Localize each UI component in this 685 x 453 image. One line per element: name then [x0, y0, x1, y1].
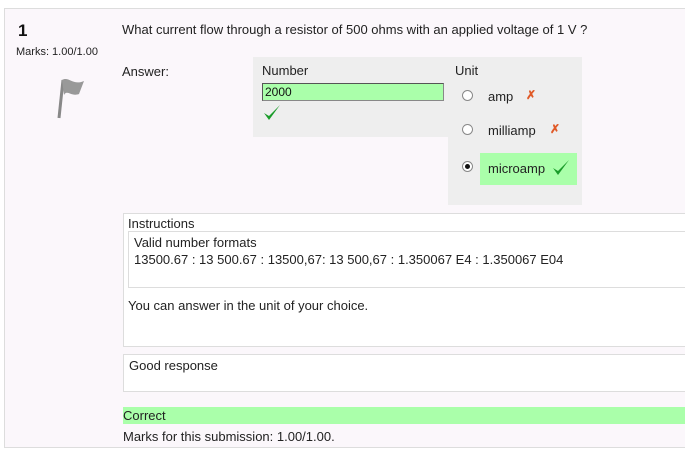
- instructions-box: Instructions Valid number formats 13500.…: [123, 213, 685, 347]
- unit-panel: Unit amp ✗ milliamp ✗ microamp: [448, 57, 582, 205]
- flag-icon[interactable]: [51, 72, 87, 120]
- unit-option-amp: amp ✗: [448, 85, 582, 115]
- correct-status-bar: Correct: [123, 407, 685, 424]
- submission-marks: Marks for this submission: 1.00/1.00.: [123, 429, 335, 444]
- unit-option-microamp: microamp: [448, 153, 582, 185]
- question-number: 1: [18, 21, 28, 40]
- unit-radio-microamp[interactable]: [462, 161, 473, 172]
- number-input[interactable]: [262, 83, 444, 101]
- formats-list: 13500.67 : 13 500.67 : 13500,67: 13 500,…: [134, 252, 564, 267]
- question-marks: Marks: 1.00/1.00: [16, 46, 98, 58]
- instructions-note: You can answer in the unit of your choic…: [128, 298, 369, 313]
- unit-radio-milliamp[interactable]: [462, 124, 473, 135]
- formats-title: Valid number formats: [134, 235, 257, 250]
- correct-status-text: Correct: [123, 408, 166, 423]
- question-container: 1 Marks: 1.00/1.00 What current flow thr…: [4, 8, 685, 448]
- incorrect-cross-icon: ✗: [550, 122, 561, 136]
- unit-option-label: amp: [488, 89, 514, 104]
- correct-check-icon: [263, 104, 281, 122]
- answer-label: Answer:: [122, 64, 169, 79]
- unit-option-label: microamp: [488, 161, 546, 176]
- instructions-title: Instructions: [128, 216, 195, 231]
- unit-radio-amp[interactable]: [462, 90, 473, 101]
- incorrect-cross-icon: ✗: [526, 88, 537, 102]
- correct-check-icon: [552, 159, 570, 177]
- unit-option-milliamp: milliamp ✗: [448, 119, 582, 149]
- question-text: What current flow through a resistor of …: [122, 22, 588, 37]
- number-panel: Number: [253, 57, 453, 137]
- number-label: Number: [262, 63, 309, 78]
- formats-box: Valid number formats 13500.67 : 13 500.6…: [128, 231, 685, 288]
- unit-label: Unit: [455, 63, 479, 78]
- feedback-text: Good response: [129, 358, 218, 373]
- feedback-box: Good response: [123, 354, 685, 392]
- unit-option-label: milliamp: [488, 123, 536, 138]
